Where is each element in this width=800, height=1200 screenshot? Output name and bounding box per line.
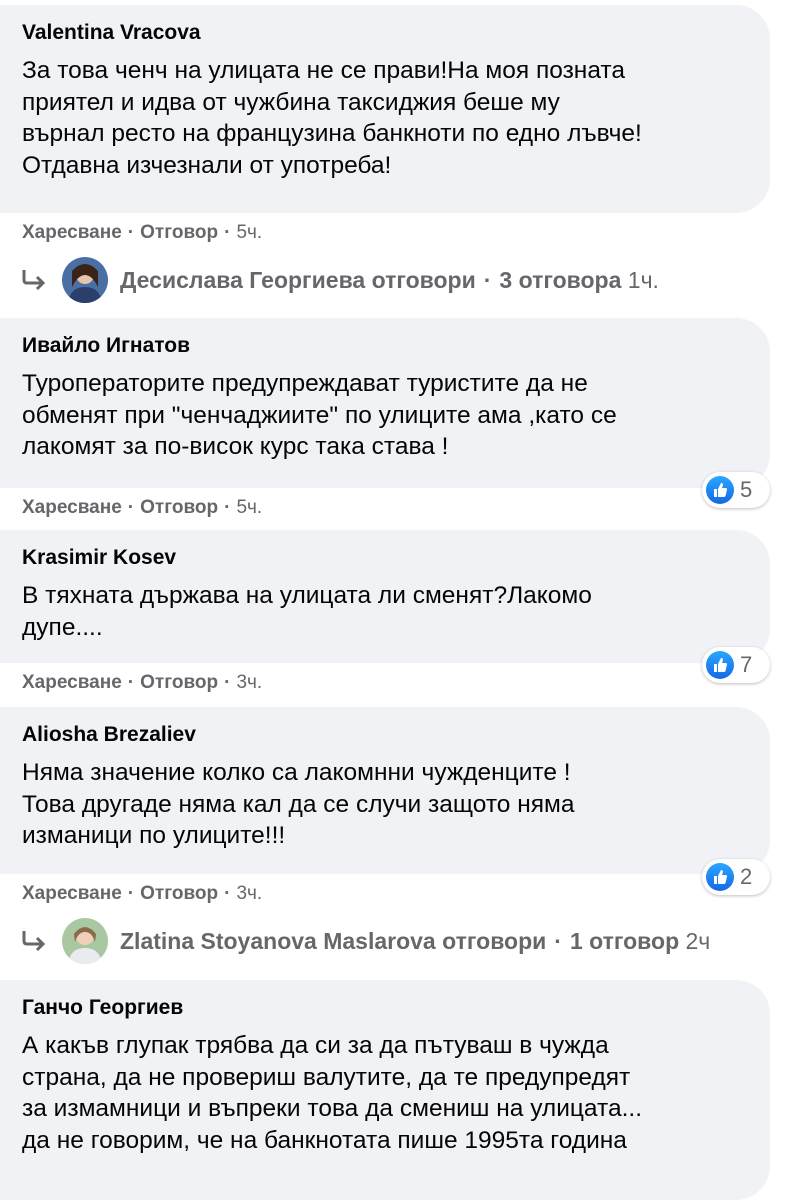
reaction-count-badge[interactable]: 2 <box>702 859 770 895</box>
like-thumb-icon <box>706 863 734 891</box>
like-button[interactable]: Харесване <box>22 883 122 904</box>
view-replies-link[interactable]: Десислава Георгиева отговори · 3 отговора … <box>20 255 659 305</box>
reply-verb: отговори <box>371 266 476 293</box>
comment-text: Туроператорите предупреждават туристите … <box>22 370 617 460</box>
reply-arrow-icon <box>22 270 46 291</box>
reply-button[interactable]: Отговор <box>140 222 218 243</box>
avatar[interactable] <box>62 918 108 964</box>
comment-actions: Харесване · Отговор · 3ч. <box>22 883 263 904</box>
like-button[interactable]: Харесване <box>22 497 122 518</box>
reply-summary[interactable]: Zlatina Stoyanova Maslarova отговори · 1 о… <box>120 928 710 955</box>
comment-bubble: Aliosha Brezaliev Няма значение колко са… <box>0 707 770 874</box>
reply-author: Zlatina Stoyanova Maslarova <box>120 927 436 954</box>
comment-actions: Харесване · Отговор · 3ч. <box>22 672 263 693</box>
reaction-count: 7 <box>740 652 753 677</box>
comment-time[interactable]: 5ч. <box>236 497 262 518</box>
comment-time[interactable]: 3ч. <box>236 883 262 904</box>
reply-time: 1ч. <box>627 266 659 293</box>
comment-text: Няма значение колко са лакомнни чужденци… <box>22 759 575 849</box>
comment-bubble: Ганчо Георгиев А какъв глупак трябва да … <box>0 980 770 1200</box>
comment-actions: Харесване · Отговор · 5ч. <box>22 497 263 518</box>
comment-author[interactable]: Ивайло Игнатов <box>22 334 190 358</box>
comment-text: А какъв глупак трябва да си за да пътува… <box>22 1032 643 1154</box>
reply-count: 1 отговор <box>569 927 680 954</box>
comment-author[interactable]: Krasimir Kosev <box>22 546 176 570</box>
view-replies-link[interactable]: Zlatina Stoyanova Maslarova отговори · 1 о… <box>20 916 710 966</box>
reply-author: Десислава Георгиева <box>120 266 366 293</box>
like-thumb-icon <box>706 651 734 679</box>
reply-button[interactable]: Отговор <box>140 497 218 518</box>
reply-arrow-icon <box>22 931 46 952</box>
like-button[interactable]: Харесване <box>22 672 122 693</box>
reaction-count: 5 <box>740 477 753 502</box>
comment-bubble: Valentina Vracova За това ченч на улицат… <box>0 5 770 213</box>
reaction-count-badge[interactable]: 7 <box>702 647 770 683</box>
comment-actions: Харесване · Отговор · 5ч. <box>22 222 263 243</box>
reply-summary[interactable]: Десислава Георгиева отговори · 3 отговора … <box>120 267 659 294</box>
reaction-count: 2 <box>740 864 753 889</box>
comment-author[interactable]: Aliosha Brezaliev <box>22 723 196 747</box>
comment-author[interactable]: Ганчо Георгиев <box>22 996 183 1020</box>
comment-text: В тяхната държава на улицата ли сменят?Л… <box>22 582 592 641</box>
comment-author[interactable]: Valentina Vracova <box>22 21 201 45</box>
comment-text: За това ченч на улицата не се прави!На м… <box>22 57 642 179</box>
like-button[interactable]: Харесване <box>22 222 122 243</box>
comment-time[interactable]: 3ч. <box>236 672 262 693</box>
reaction-count-badge[interactable]: 5 <box>702 472 770 508</box>
comment-bubble: Krasimir Kosev В тяхната държава на улиц… <box>0 530 770 663</box>
like-thumb-icon <box>706 476 734 504</box>
reply-time: 2ч <box>685 927 711 954</box>
reply-verb: отговори <box>442 927 547 954</box>
reply-button[interactable]: Отговор <box>140 883 218 904</box>
avatar[interactable] <box>62 257 108 303</box>
reply-count: 3 отговора <box>499 266 622 293</box>
comment-time[interactable]: 5ч. <box>236 222 262 243</box>
comment-bubble: Ивайло Игнатов Туроператорите предупрежд… <box>0 318 770 488</box>
reply-button[interactable]: Отговор <box>140 672 218 693</box>
